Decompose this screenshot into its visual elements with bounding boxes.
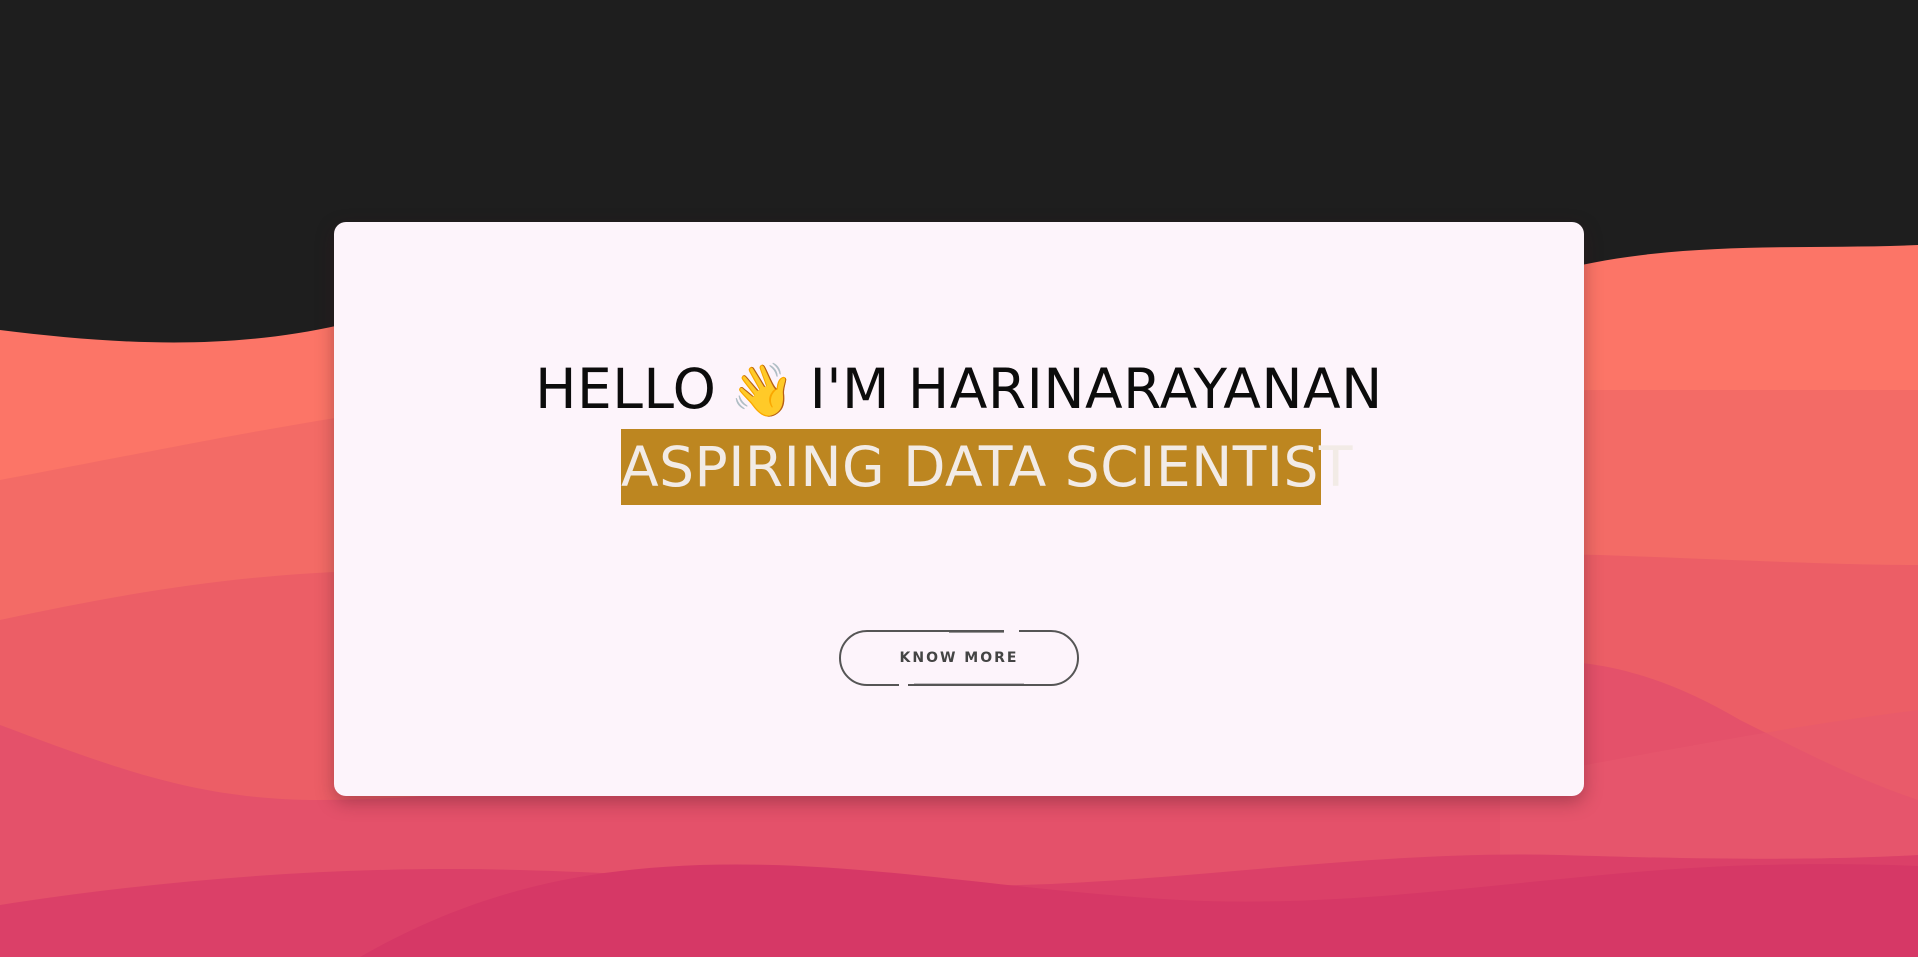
greeting-name: I'M HARINARAYANAN xyxy=(809,357,1383,421)
page: HELLO 👋 I'M HARINARAYANAN ASPIRING DATA SC… xyxy=(0,0,1918,957)
know-more-button[interactable]: KNOW MORE xyxy=(839,630,1079,686)
know-more-label: KNOW MORE xyxy=(899,650,1019,666)
role-highlight: ASPIRING DATA SCIENTIST xyxy=(621,429,1353,505)
hero-card: HELLO 👋 I'M HARINARAYANAN ASPIRING DATA SC… xyxy=(334,222,1584,796)
greeting-prefix: HELLO xyxy=(535,357,717,421)
hero-greeting: HELLO 👋 I'M HARINARAYANAN xyxy=(334,356,1584,422)
waving-hand-icon: 👋 xyxy=(730,361,796,421)
